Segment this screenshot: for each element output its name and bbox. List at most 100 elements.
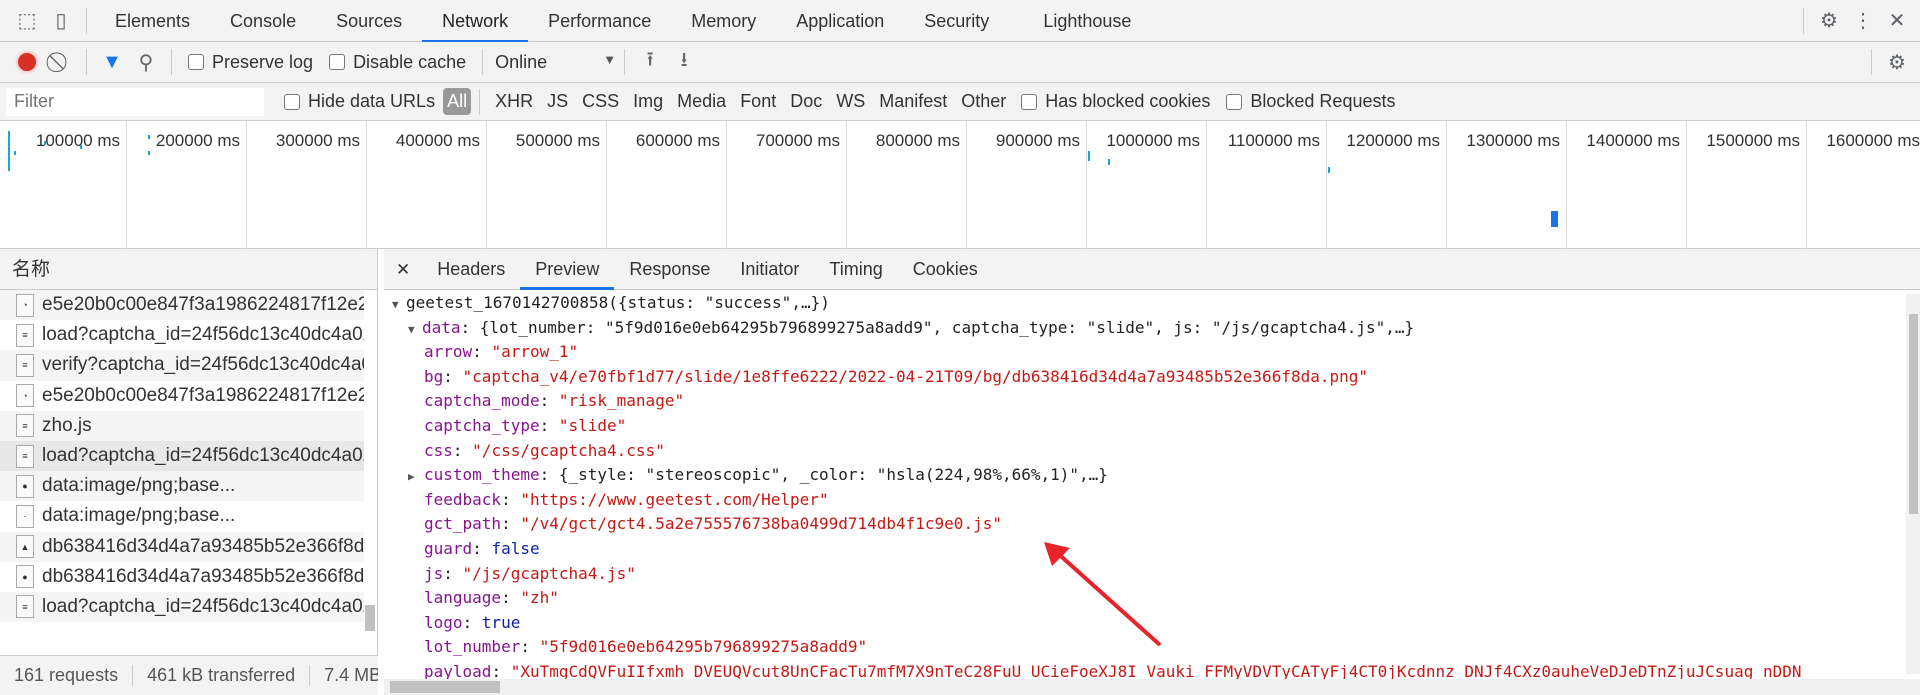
timeline-tick-label: 1000000 ms xyxy=(1106,131,1200,150)
tree-field-arrow[interactable]: arrow: "arrow_1" xyxy=(384,340,1904,365)
hide-data-urls-checkbox[interactable]: Hide data URLs xyxy=(284,91,435,112)
file-type-icon: ≡ xyxy=(16,414,34,438)
filter-type-media[interactable]: Media xyxy=(670,91,733,112)
tree-node-root[interactable]: ▼ geetest_1670142700858({status: "success… xyxy=(384,291,1904,316)
timeline-tick-label: 300000 ms xyxy=(275,131,360,150)
preserve-log-checkbox[interactable]: Preserve log xyxy=(188,52,313,73)
request-name: zho.js xyxy=(42,414,92,436)
tab-network[interactable]: Network xyxy=(422,0,529,42)
tab-application[interactable]: Application xyxy=(776,0,904,42)
request-row[interactable]: ≡ load?captcha_id=24f56dc13c40dc4a02... xyxy=(0,591,364,623)
filter-type-all[interactable]: All xyxy=(443,88,472,115)
preview-vertical-scrollbar[interactable] xyxy=(1906,294,1920,674)
field-value: "/css/gcaptcha4.css" xyxy=(472,440,665,460)
request-row[interactable]: ≡ verify?captcha_id=24f56dc13c40dc4a0... xyxy=(0,350,364,381)
tab-elements[interactable]: Elements xyxy=(95,0,210,42)
timeline-tick-label: 600000 ms xyxy=(635,131,720,150)
tree-field-bg[interactable]: bg: "captcha_v4/e70fbf1d77/slide/1e8ffe6… xyxy=(384,365,1904,390)
collapsed-triangle-icon[interactable]: ▶ xyxy=(408,465,424,490)
settings-gear-icon[interactable]: ⚙ xyxy=(1812,4,1846,38)
filter-type-manifest[interactable]: Manifest xyxy=(872,91,954,112)
tab-preview[interactable]: Preview xyxy=(520,249,615,290)
preview-horizontal-scrollbar[interactable] xyxy=(384,679,1920,695)
tab-console[interactable]: Console xyxy=(210,0,316,42)
clear-icon[interactable]: ⃠ xyxy=(44,45,78,79)
filter-type-other[interactable]: Other xyxy=(954,91,1013,112)
transferred-size: 461 kB transferred xyxy=(133,665,311,686)
request-row[interactable]: ▲ db638416d34d4a7a93485b52e366f8d... xyxy=(0,531,364,562)
tree-node-data[interactable]: ▼ data: {lot_number: "5f9d016e0eb64295b79… xyxy=(384,316,1904,341)
blocked-requests-checkbox[interactable]: Blocked Requests xyxy=(1226,91,1395,112)
tab-headers[interactable]: Headers xyxy=(422,249,520,290)
field-key: lot_number xyxy=(424,637,521,657)
has-blocked-cookies-checkbox[interactable]: Has blocked cookies xyxy=(1021,91,1210,112)
import-har-icon[interactable]: ⭱ xyxy=(633,45,667,79)
expanded-triangle-icon[interactable]: ▼ xyxy=(392,293,406,318)
timeline-request-mark xyxy=(14,151,16,155)
record-button[interactable] xyxy=(10,45,44,79)
tree-field-captcha-mode[interactable]: captcha_mode: "risk_manage" xyxy=(384,389,1904,414)
timeline-tick-label: 400000 ms xyxy=(395,131,480,150)
divider xyxy=(1803,7,1804,34)
request-row[interactable]: · data:image/png;base... xyxy=(0,501,364,531)
filter-icon[interactable]: ▼ xyxy=(95,45,129,79)
tab-memory[interactable]: Memory xyxy=(671,0,776,42)
timeline-request-mark xyxy=(148,135,150,139)
request-row[interactable]: ≡ zho.js xyxy=(0,410,364,441)
disable-cache-checkbox[interactable]: Disable cache xyxy=(329,52,466,73)
request-row[interactable]: ≡ load?captcha_id=24f56dc13c40dc4a02... xyxy=(0,320,364,350)
tree-field-css[interactable]: css: "/css/gcaptcha4.css" xyxy=(384,439,1904,464)
tab-performance[interactable]: Performance xyxy=(528,0,671,42)
request-row[interactable]: ◔ e5e20b0c00e847f3a1986224817f12e2... xyxy=(0,381,364,411)
close-devtools-icon[interactable]: ✕ xyxy=(1880,4,1914,38)
search-icon[interactable]: ⚲ xyxy=(129,45,163,79)
more-options-icon[interactable]: ⋮ xyxy=(1846,4,1880,38)
filter-type-js[interactable]: JS xyxy=(540,91,575,112)
filter-type-img[interactable]: Img xyxy=(626,91,670,112)
network-settings-gear-icon[interactable]: ⚙ xyxy=(1880,45,1914,79)
tab-cookies[interactable]: Cookies xyxy=(898,249,993,290)
tree-field-captcha-type[interactable]: captcha_type: "slide" xyxy=(384,414,1904,439)
device-toolbar-icon[interactable]: ▯ xyxy=(44,4,78,38)
field-key: captcha_mode xyxy=(424,391,540,411)
tab-timing[interactable]: Timing xyxy=(814,249,897,290)
field-key: css xyxy=(424,440,453,460)
inspect-element-icon[interactable]: ⬚ xyxy=(10,4,44,38)
request-row[interactable]: ● data:image/png;base... xyxy=(0,471,364,502)
tab-response[interactable]: Response xyxy=(614,249,725,290)
tree-field-gct-path[interactable]: gct_path: "/v4/gct/gct4.5a2e755576738ba0… xyxy=(384,512,1904,537)
annotation-arrow xyxy=(1044,542,1162,647)
request-name: e5e20b0c00e847f3a1986224817f12e2... xyxy=(42,384,364,406)
filter-type-doc[interactable]: Doc xyxy=(783,91,829,112)
close-detail-icon[interactable]: ✕ xyxy=(384,249,422,290)
request-row[interactable]: ◔ e5e20b0c00e847f3a1986224817f12e2... xyxy=(0,290,364,321)
filter-type-ws[interactable]: WS xyxy=(829,91,872,112)
request-row[interactable]: ● db638416d34d4a7a93485b52e366f8d... xyxy=(0,562,364,592)
filter-type-font[interactable]: Font xyxy=(733,91,783,112)
tab-sources[interactable]: Sources xyxy=(316,0,422,42)
request-row[interactable]: ≡ load?captcha_id=24f56dc13c40dc4a02... xyxy=(0,440,364,472)
request-name: data:image/png;base... xyxy=(42,475,236,497)
export-har-icon[interactable]: ⭳ xyxy=(667,45,701,79)
network-overview-timeline[interactable]: 100000 ms 200000 ms 300000 ms 400000 ms 5000… xyxy=(0,121,1920,249)
filter-type-xhr[interactable]: XHR xyxy=(488,91,540,112)
disable-cache-label: Disable cache xyxy=(353,51,467,72)
field-value: true xyxy=(481,612,521,632)
request-name: data:image/png;base... xyxy=(42,505,236,527)
throttling-select[interactable]: Online ▼ xyxy=(491,52,616,73)
request-list-scrollbar[interactable] xyxy=(365,291,375,651)
expanded-triangle-icon[interactable]: ▼ xyxy=(408,318,422,343)
tab-initiator[interactable]: Initiator xyxy=(725,249,814,290)
tree-field-custom-theme[interactable]: ▶ custom_theme: {_style: "stereoscopic", … xyxy=(384,463,1904,488)
devtools-tab-bar: ⬚ ▯ Elements Console Sources Network Per… xyxy=(0,0,1920,42)
tree-field-feedback[interactable]: feedback: "https://www.geetest.com/Helpe… xyxy=(384,488,1904,513)
data-summary: {lot_number: "5f9d016e0eb64295b796899275… xyxy=(479,317,1415,337)
request-count: 161 requests xyxy=(0,665,134,686)
name-column-header[interactable]: 名称 xyxy=(0,249,377,290)
request-name: load?captcha_id=24f56dc13c40dc4a02... xyxy=(42,324,364,346)
tab-lighthouse[interactable]: Lighthouse xyxy=(1023,0,1151,42)
tab-security[interactable]: Security xyxy=(904,0,1009,42)
filter-type-css[interactable]: CSS xyxy=(575,91,626,112)
filter-input[interactable] xyxy=(6,87,264,116)
file-type-icon: ≡ xyxy=(16,444,34,468)
